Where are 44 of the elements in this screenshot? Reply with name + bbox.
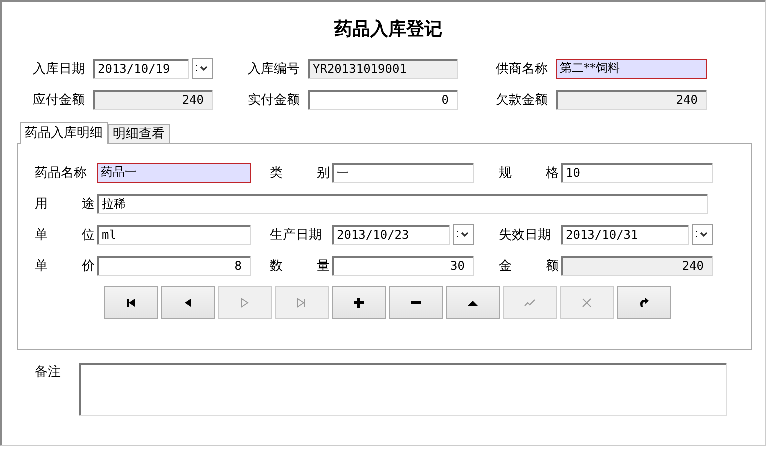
dropdown-button[interactable] bbox=[692, 224, 713, 245]
field-label: 失效日期 bbox=[499, 226, 552, 244]
input-field[interactable]: 240 bbox=[93, 90, 213, 110]
field-label: 入库日期 bbox=[33, 60, 86, 78]
input-field[interactable]: 药品一 bbox=[97, 162, 251, 182]
field-label: 数 量 bbox=[270, 258, 332, 274]
input-field[interactable]: 30 bbox=[332, 256, 474, 276]
input-field[interactable]: 240 bbox=[561, 256, 713, 276]
input-field[interactable]: 第二**饲料 bbox=[556, 58, 707, 78]
field-label: 备注 bbox=[35, 364, 62, 382]
field-label: 入库编号 bbox=[248, 60, 301, 78]
form-title: 药品入库登记 bbox=[334, 18, 444, 42]
input-field[interactable]: 2013/10/19 bbox=[93, 58, 189, 78]
input-field[interactable]: YR20131019001 bbox=[308, 58, 458, 78]
field-label: 欠款金额 bbox=[496, 92, 549, 108]
tab[interactable]: 药品入库明细 bbox=[20, 122, 108, 144]
input-field[interactable]: 240 bbox=[556, 90, 707, 110]
input-field[interactable]: 2013/10/23 bbox=[332, 224, 450, 244]
input-field[interactable]: 一 bbox=[332, 162, 474, 182]
input-field[interactable]: 拉稀 bbox=[97, 194, 708, 214]
remarks-field[interactable] bbox=[79, 363, 727, 416]
field-label: 单 价 bbox=[35, 258, 96, 274]
toolbar-button[interactable] bbox=[332, 286, 386, 319]
field-label: 类 别 bbox=[270, 164, 332, 182]
field-label: 用 途 bbox=[35, 196, 96, 212]
plus-icon bbox=[352, 296, 366, 310]
field-label: 实付金额 bbox=[248, 92, 301, 108]
field-label: 单 位 bbox=[35, 226, 96, 244]
field-label: 供商名称 bbox=[496, 60, 549, 78]
dropdown-button[interactable] bbox=[192, 58, 213, 79]
input-field[interactable]: 10 bbox=[561, 162, 713, 182]
field-label: 规 格 bbox=[499, 164, 560, 182]
field-label: 生产日期 bbox=[270, 226, 323, 244]
input-field[interactable]: 0 bbox=[308, 90, 458, 110]
field-label: 药品名称 bbox=[35, 164, 88, 182]
x-icon bbox=[580, 296, 594, 310]
input-field[interactable]: 2013/10/31 bbox=[561, 224, 689, 244]
field-label: 金 额 bbox=[499, 258, 560, 274]
input-field[interactable]: 8 bbox=[97, 256, 251, 276]
input-field[interactable]: ml bbox=[97, 224, 251, 244]
field-label: 应付金额 bbox=[33, 92, 86, 108]
dropdown-button[interactable] bbox=[453, 224, 474, 245]
toolbar-button[interactable] bbox=[104, 286, 158, 319]
tab[interactable]: 明细查看 bbox=[108, 124, 170, 143]
